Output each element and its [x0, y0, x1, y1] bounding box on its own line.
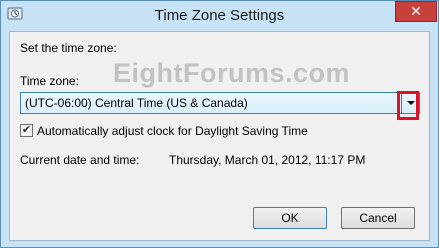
time-zone-value: (UTC-06:00) Central Time (US & Canada): [25, 96, 248, 110]
window-title: Time Zone Settings: [154, 7, 285, 24]
current-datetime-value: Thursday, March 01, 2012, 11:17 PM: [169, 153, 366, 167]
close-icon: ✕: [410, 3, 422, 19]
checkmark-icon: ✔: [21, 124, 32, 136]
watermark: EightForums.com: [113, 58, 351, 88]
cancel-button[interactable]: Cancel: [341, 207, 415, 229]
title-bar: Time Zone Settings ✕: [1, 1, 438, 31]
time-zone-select[interactable]: (UTC-06:00) Central Time (US & Canada): [20, 92, 420, 114]
time-zone-label: Time zone:: [20, 74, 79, 88]
time-zone-settings-window: Time Zone Settings ✕ Set the time zone: …: [0, 0, 439, 248]
ok-button[interactable]: OK: [253, 207, 327, 229]
current-datetime-label: Current date and time:: [20, 153, 140, 167]
dialog-body: Set the time zone: Time zone: EightForum…: [9, 31, 430, 241]
close-button[interactable]: ✕: [395, 1, 437, 22]
dst-checkbox-label[interactable]: Automatically adjust clock for Daylight …: [37, 124, 308, 138]
dst-checkbox[interactable]: ✔: [20, 124, 33, 137]
annotation-highlight-box: [397, 91, 419, 120]
section-label: Set the time zone:: [20, 41, 117, 55]
